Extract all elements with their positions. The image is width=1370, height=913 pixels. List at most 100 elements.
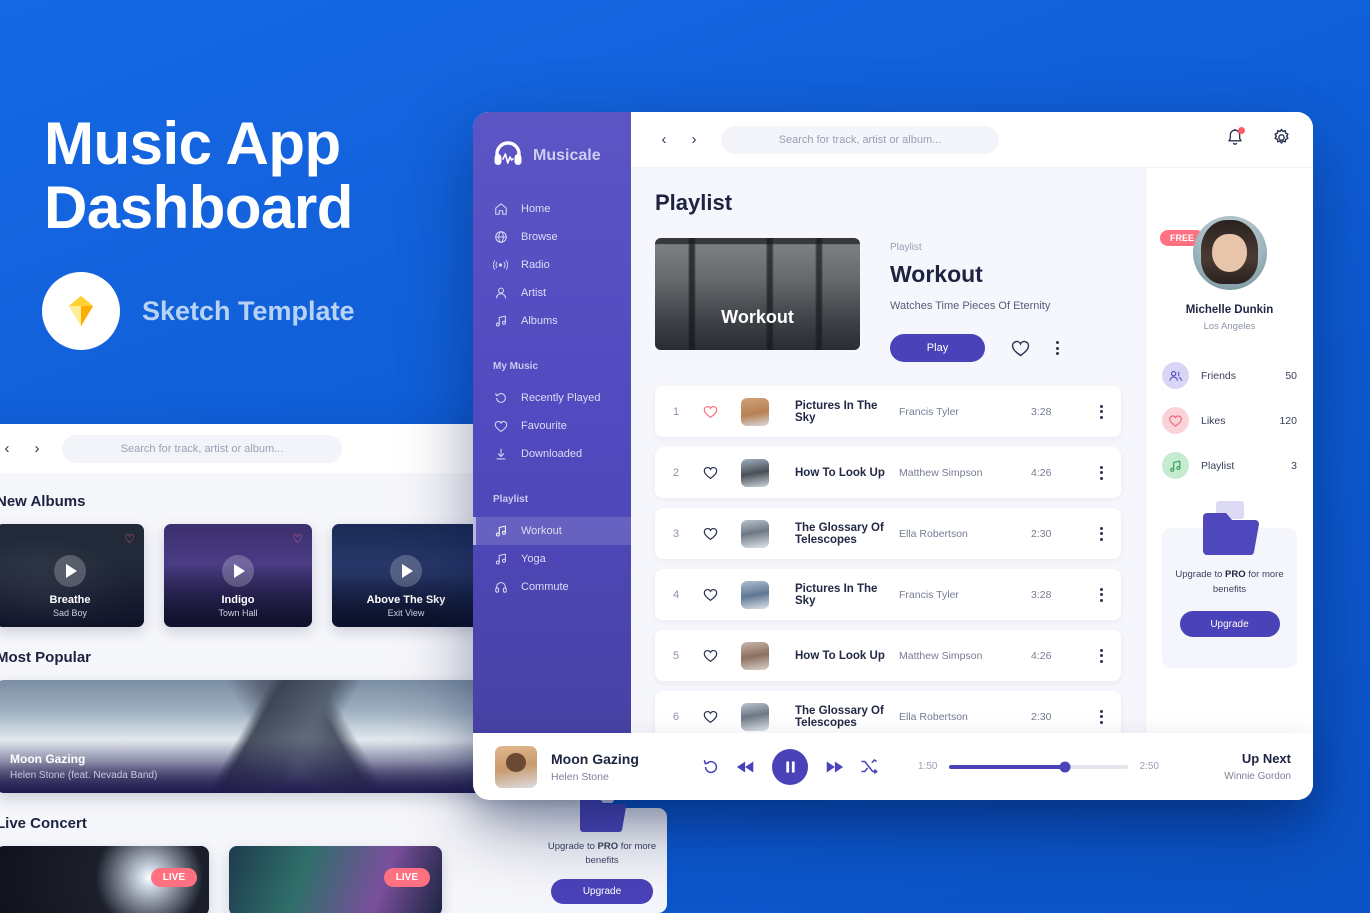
heart-icon[interactable] xyxy=(1011,340,1030,357)
album-card[interactable]: Above The Sky Exit View xyxy=(332,524,480,627)
sidebar-item-recently-played[interactable]: Recently Played xyxy=(473,384,631,412)
stat-likes[interactable]: Likes 120 xyxy=(1162,407,1297,434)
sidebar-item-home[interactable]: Home xyxy=(473,195,631,223)
playlist-cover[interactable]: Workout xyxy=(655,238,860,350)
sidebar-item-favourite[interactable]: Favourite xyxy=(473,412,631,440)
table-row[interactable]: 5 How To Look Up Matthew Simpson 4:26 xyxy=(655,630,1121,681)
stat-playlist[interactable]: Playlist 3 xyxy=(1162,452,1297,479)
sidebar-item-albums[interactable]: Albums xyxy=(473,307,631,335)
sidebar-item-browse[interactable]: Browse xyxy=(473,223,631,251)
table-row[interactable]: 2 How To Look Up Matthew Simpson 4:26 xyxy=(655,447,1121,498)
banner-title: Moon Gazing xyxy=(10,752,86,766)
bg-upgrade-text: Upgrade to PRO for more benefits xyxy=(537,840,667,869)
search-input[interactable]: Search for track, artist or album... xyxy=(721,125,999,154)
progress-knob[interactable] xyxy=(1059,761,1071,772)
stat-label: Likes xyxy=(1201,414,1226,427)
sidebar-item-label: Downloaded xyxy=(521,448,583,460)
track-artist: Matthew Simpson xyxy=(899,649,983,662)
stat-label: Playlist xyxy=(1201,459,1235,472)
more-vertical-icon[interactable] xyxy=(1083,465,1103,480)
bg-upgrade-button[interactable]: Upgrade xyxy=(551,878,653,904)
sidebar-item-label: Albums xyxy=(521,315,558,327)
friends-icon xyxy=(1162,362,1189,389)
next-icon[interactable] xyxy=(824,759,844,775)
sidebar-item-radio[interactable]: Radio xyxy=(473,251,631,279)
sidebar-item-commute[interactable]: Commute xyxy=(473,573,631,601)
sidebar-group-my-music: My Music xyxy=(493,361,539,372)
stat-value: 120 xyxy=(1279,414,1297,427)
live-concert-card[interactable]: LIVE xyxy=(0,846,209,913)
play-icon[interactable] xyxy=(390,555,422,588)
notification-dot xyxy=(1238,126,1245,134)
table-row[interactable]: 1 Pictures In The Sky Francis Tyler 3:28 xyxy=(655,386,1121,437)
previous-icon[interactable] xyxy=(736,759,756,775)
upgrade-button[interactable]: Upgrade xyxy=(1179,611,1280,638)
bg-back-icon[interactable]: ‹ xyxy=(0,438,18,460)
track-number: 4 xyxy=(673,588,680,601)
sidebar-item-label: Recently Played xyxy=(521,392,601,404)
home-icon xyxy=(493,202,508,217)
table-row[interactable]: 3 The Glossary Of Telescopes Ella Robert… xyxy=(655,508,1121,559)
album-card[interactable]: ♡ Indigo Town Hall xyxy=(164,524,312,627)
playlist-actions: Play xyxy=(890,334,1059,362)
sidebar-item-yoga[interactable]: Yoga xyxy=(473,545,631,573)
track-list: 1 Pictures In The Sky Francis Tyler 3:28… xyxy=(655,386,1121,742)
play-icon[interactable] xyxy=(222,555,254,588)
back-icon[interactable]: ‹ xyxy=(653,129,675,151)
gear-icon[interactable] xyxy=(1272,128,1291,152)
music-note-icon xyxy=(493,552,508,567)
bg-search-input[interactable]: Search for track, artist or album... xyxy=(62,434,342,463)
track-artist: Ella Robertson xyxy=(899,527,968,540)
sidebar-item-label: Commute xyxy=(521,581,569,593)
heart-icon[interactable] xyxy=(703,649,741,663)
heart-icon[interactable] xyxy=(703,405,741,419)
progress-slider[interactable] xyxy=(949,761,1128,772)
heart-icon[interactable]: ♡ xyxy=(124,532,135,546)
heart-icon[interactable] xyxy=(703,527,741,541)
history-icon xyxy=(493,391,508,406)
track-duration: 3:28 xyxy=(1031,588,1052,601)
playlist-info: Playlist Workout Watches Time Pieces Of … xyxy=(890,238,1059,362)
track-artist: Francis Tyler xyxy=(899,405,959,418)
forward-icon[interactable]: › xyxy=(683,129,705,151)
shuffle-icon[interactable] xyxy=(860,758,878,775)
table-row[interactable]: 4 Pictures In The Sky Francis Tyler 3:28 xyxy=(655,569,1121,620)
profile-stats: Friends 50 Likes 120 Playlist 3 xyxy=(1162,362,1297,479)
heart-icon xyxy=(1162,407,1189,434)
sidebar-item-artist[interactable]: Artist xyxy=(473,279,631,307)
up-next-artist: Winnie Gordon xyxy=(1224,771,1291,782)
more-vertical-icon[interactable] xyxy=(1083,404,1103,419)
music-note-icon xyxy=(493,314,508,329)
sidebar-item-workout[interactable]: Workout xyxy=(473,517,631,545)
heart-icon[interactable] xyxy=(703,588,741,602)
more-vertical-icon[interactable] xyxy=(1083,648,1103,663)
repeat-icon[interactable] xyxy=(702,758,720,776)
playlist-subtitle: Watches Time Pieces Of Eternity xyxy=(890,300,1051,312)
now-playing-info: Moon Gazing Helen Stone xyxy=(551,751,696,783)
heart-icon[interactable] xyxy=(703,710,741,724)
bg-forward-icon[interactable]: › xyxy=(26,438,48,460)
track-thumbnail xyxy=(741,702,769,731)
notification-bell-icon[interactable] xyxy=(1226,126,1245,152)
total-time: 2:50 xyxy=(1139,761,1159,772)
heart-icon[interactable] xyxy=(703,466,741,480)
sketch-template-badge: Sketch Template xyxy=(42,272,355,350)
more-vertical-icon[interactable] xyxy=(1083,587,1103,602)
stat-value: 50 xyxy=(1285,369,1297,382)
upgrade-card: Upgrade to PRO for more benefits Upgrade xyxy=(1162,501,1297,668)
sidebar-item-downloaded[interactable]: Downloaded xyxy=(473,440,631,468)
pause-icon[interactable] xyxy=(772,748,808,785)
playlist-kicker: Playlist xyxy=(890,242,922,253)
more-vertical-icon[interactable] xyxy=(1083,709,1103,724)
stat-friends[interactable]: Friends 50 xyxy=(1162,362,1297,389)
up-next[interactable]: Up Next Winnie Gordon xyxy=(1181,751,1291,782)
more-vertical-icon[interactable] xyxy=(1056,341,1059,355)
track-duration: 3:28 xyxy=(1031,405,1052,418)
heart-icon[interactable]: ♡ xyxy=(292,532,303,546)
play-icon[interactable] xyxy=(54,555,86,588)
live-concert-card[interactable]: LIVE xyxy=(229,846,442,913)
play-button[interactable]: Play xyxy=(890,334,985,362)
upgrade-text-bold: PRO xyxy=(1225,569,1246,580)
more-vertical-icon[interactable] xyxy=(1083,526,1103,541)
album-card[interactable]: ♡ Breathe Sad Boy xyxy=(0,524,144,627)
